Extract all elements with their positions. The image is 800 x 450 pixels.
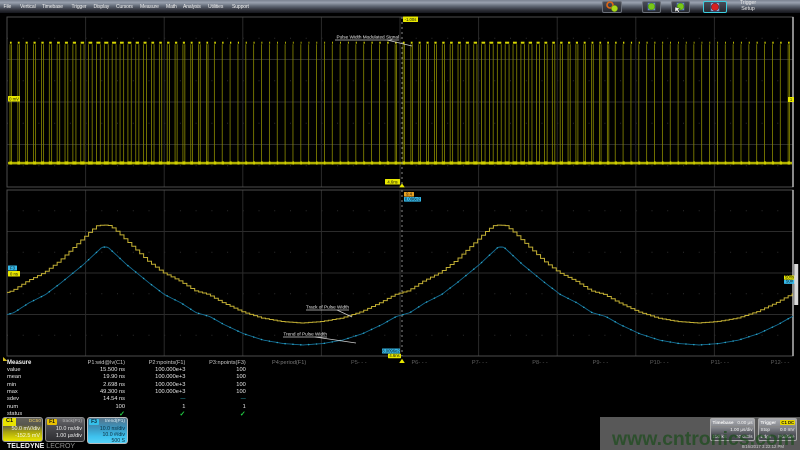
svg-text:F3: F3 [10, 265, 16, 270]
svg-text:Track of Pulse Width: Track of Pulse Width [306, 305, 349, 310]
svg-text:4.6ns: 4.6ns [389, 353, 399, 358]
svg-text:0 mV: 0 mV [9, 96, 19, 101]
svg-text:Pulse Width Modulated Signal: Pulse Width Modulated Signal [336, 35, 399, 40]
svg-text:0 ns: 0 ns [10, 271, 18, 276]
svg-text:-1.00s: -1.00s [405, 17, 417, 22]
svg-text:50#: 50# [786, 279, 794, 284]
svg-text:4.6ns: 4.6ns [387, 179, 397, 184]
svg-text:Trend of Pulse Width: Trend of Pulse Width [283, 332, 327, 337]
svg-text:8.096e2: 8.096e2 [405, 196, 421, 201]
